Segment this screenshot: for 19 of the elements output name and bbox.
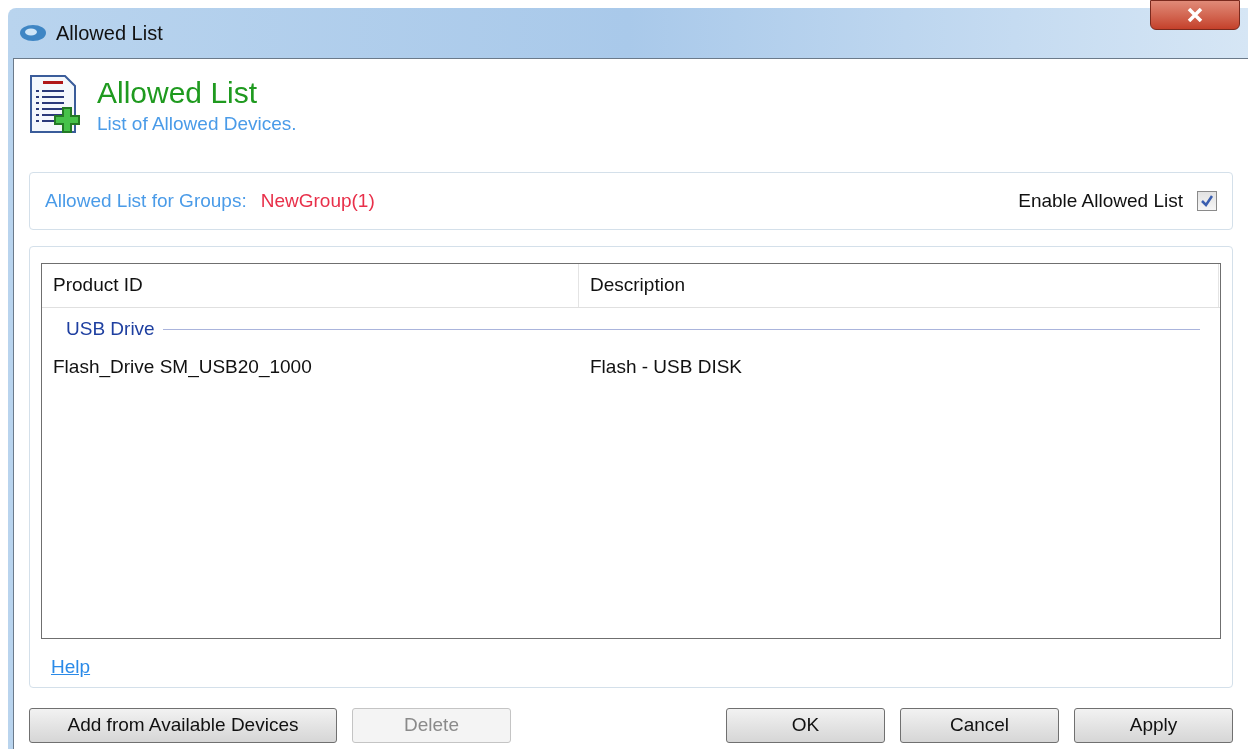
enable-label: Enable Allowed List [1018,188,1183,213]
help-link[interactable]: Help [51,656,91,677]
app-icon [18,23,48,43]
group-header: USB Drive [66,316,155,341]
close-icon [1187,8,1203,22]
header-subtitle: List of Allowed Devices. [97,112,297,136]
groups-label: Allowed List for Groups: [45,188,247,213]
dialog-button[interactable]: Cancel [900,708,1059,743]
groups-value: NewGroup(1) [260,188,375,213]
table-cell-text: Flash - USB DISK [589,354,744,379]
enable-checkbox[interactable] [1197,191,1217,211]
dialog-button[interactable]: Add from Available Devices [29,708,337,743]
table-cell-text: Flash_Drive SM_USB20_1000 [52,354,313,380]
dialog-button[interactable]: OK [726,708,885,743]
header-title: Allowed List [97,76,259,110]
dialog-button[interactable]: Apply [1074,708,1233,743]
window-title: Allowed List [56,21,163,46]
check-icon [1200,194,1214,208]
close-button[interactable] [1150,0,1240,30]
